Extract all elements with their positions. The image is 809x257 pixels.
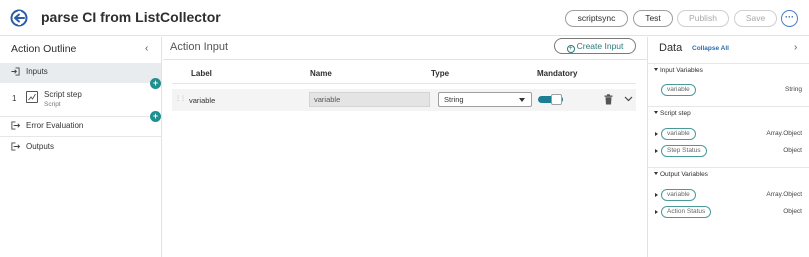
create-input-button[interactable]: + Create Input xyxy=(554,38,636,54)
output-icon xyxy=(11,142,20,151)
collapse-all-link[interactable]: Collapse All xyxy=(692,45,729,52)
publish-button[interactable]: Publish xyxy=(677,10,729,27)
data-pill[interactable]: Action Status xyxy=(661,206,712,218)
mandatory-toggle[interactable] xyxy=(538,94,563,105)
expand-panel-icon[interactable]: › xyxy=(794,42,797,53)
action-outline-panel: Action Outline ‹ Inputs + 1 Script step … xyxy=(0,37,162,257)
column-header-mandatory: Mandatory xyxy=(537,69,578,78)
plus-circle-icon: + xyxy=(566,45,575,53)
caret-right-icon[interactable] xyxy=(655,210,658,214)
section-toggle[interactable]: Input Variables xyxy=(654,67,703,74)
caret-down-icon xyxy=(654,111,658,114)
data-type: String xyxy=(785,86,802,93)
outline-item-inputs[interactable]: Inputs xyxy=(0,63,161,83)
caret-down-icon xyxy=(519,98,525,102)
section-toggle[interactable]: Output Variables xyxy=(654,171,708,178)
data-section-output-variables: Output Variables variable Array.Object A… xyxy=(648,167,809,227)
save-button[interactable]: Save xyxy=(734,10,777,27)
outline-item-label: Inputs xyxy=(26,67,48,76)
type-select-value: String xyxy=(444,95,464,104)
create-input-label: Create Input xyxy=(576,41,624,51)
outline-item-outputs[interactable]: Outputs xyxy=(0,138,161,158)
data-section-input-variables: Input Variables variable String xyxy=(648,63,809,107)
data-type: Object xyxy=(783,208,802,215)
section-title: Output Variables xyxy=(660,171,708,178)
data-pill[interactable]: variable xyxy=(661,84,696,96)
error-evaluation-icon xyxy=(11,121,20,130)
divider xyxy=(163,59,647,60)
caret-down-icon xyxy=(654,172,658,175)
caret-right-icon[interactable] xyxy=(655,149,658,153)
data-type: Object xyxy=(783,147,802,154)
section-title: Input Variables xyxy=(660,67,703,74)
page-title: parse CI from ListCollector xyxy=(41,9,221,25)
data-panel: Data Collapse All › Input Variables vari… xyxy=(647,37,809,257)
script-step-icon xyxy=(26,91,38,103)
outline-item-label: Error Evaluation xyxy=(26,121,84,130)
scriptsync-button[interactable]: scriptsync xyxy=(565,10,628,27)
caret-right-icon[interactable] xyxy=(655,193,658,197)
column-header-type: Type xyxy=(431,69,450,78)
data-pill[interactable]: Step Status xyxy=(661,145,707,157)
test-button[interactable]: Test xyxy=(633,10,673,27)
caret-down-icon xyxy=(654,68,658,71)
toggle-knob xyxy=(551,94,562,105)
column-header-label: Label xyxy=(191,69,212,78)
chevron-down-icon[interactable] xyxy=(624,94,633,103)
action-input-panel: Action Input + Create Input Label Name Ty… xyxy=(163,37,647,257)
step-number: 1 xyxy=(12,94,17,103)
outline-item-label: Outputs xyxy=(26,142,55,151)
section-toggle[interactable]: Script step xyxy=(654,110,691,117)
action-input-title: Action Input xyxy=(170,41,229,53)
caret-right-icon[interactable] xyxy=(655,132,658,136)
data-type: Array.Object xyxy=(766,130,802,137)
divider xyxy=(172,83,636,84)
outline-item-error-evaluation[interactable]: Error Evaluation xyxy=(0,117,161,137)
outline-title: Action Outline xyxy=(11,43,77,55)
section-title: Script step xyxy=(660,110,691,117)
data-pill[interactable]: variable xyxy=(661,189,696,201)
table-row: ⋮⋮ variable variable String xyxy=(172,89,636,111)
trash-icon[interactable] xyxy=(604,94,613,105)
input-name-field: variable xyxy=(309,92,430,107)
header-bar: parse CI from ListCollector scriptsync T… xyxy=(0,0,809,36)
back-arrow-icon[interactable] xyxy=(10,9,28,27)
input-type-select[interactable]: String xyxy=(438,92,532,107)
script-step-subtitle: Script xyxy=(44,101,61,108)
script-step-title: Script step xyxy=(44,90,82,99)
input-icon xyxy=(11,67,20,76)
drag-handle-icon[interactable]: ⋮⋮ xyxy=(175,95,186,102)
outline-item-script-step[interactable]: 1 Script step Script xyxy=(0,85,161,117)
data-section-script-step: Script step variable Array.Object Step S… xyxy=(648,106,809,167)
input-label-cell[interactable]: variable xyxy=(189,96,215,105)
collapse-outline-icon[interactable]: ‹ xyxy=(145,43,148,54)
more-options-icon[interactable]: ··· xyxy=(781,10,798,27)
column-header-name: Name xyxy=(310,69,332,78)
data-pill[interactable]: variable xyxy=(661,128,696,140)
data-panel-title: Data xyxy=(659,42,683,54)
data-type: Array.Object xyxy=(766,191,802,198)
